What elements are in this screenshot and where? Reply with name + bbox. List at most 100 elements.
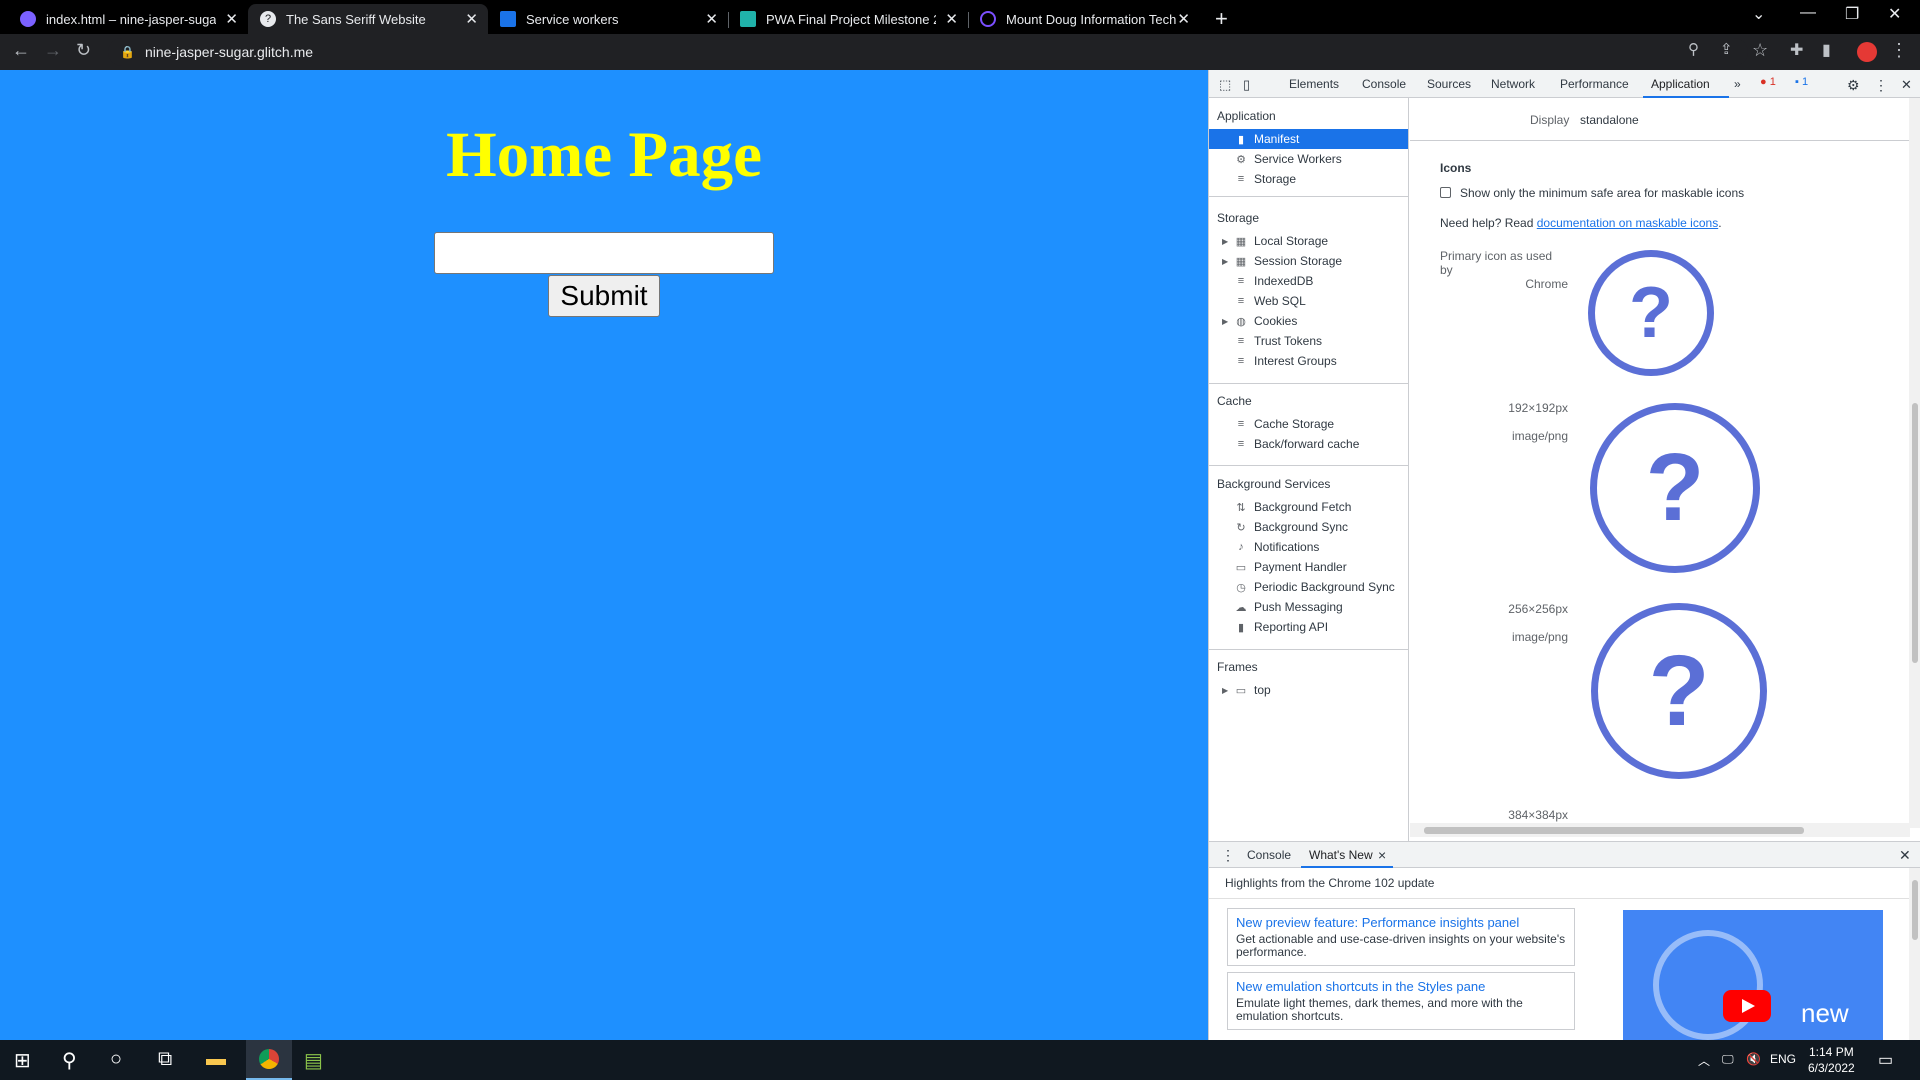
sidebar-item-reporting-api[interactable]: ▮ Reporting API xyxy=(1209,617,1408,637)
chrome-taskbar-button[interactable] xyxy=(246,1040,292,1080)
tab-elements[interactable]: Elements xyxy=(1289,77,1339,91)
tab-index-html[interactable]: index.html – nine-jasper-sugar ✕ xyxy=(8,4,248,34)
whats-new-video-thumbnail[interactable]: new xyxy=(1623,910,1883,1041)
share-icon[interactable]: ⇪ xyxy=(1720,40,1733,58)
sidebar-item-service-workers[interactable]: ⚙ Service Workers xyxy=(1209,149,1408,169)
profile-avatar[interactable] xyxy=(1857,42,1877,62)
tray-chevron-icon[interactable]: ︿ xyxy=(1698,1052,1710,1069)
sidebar-item-web-sql[interactable]: ≡ Web SQL xyxy=(1209,291,1408,311)
horizontal-scrollbar[interactable] xyxy=(1410,823,1910,837)
sidebar-item-push-messaging[interactable]: ☁ Push Messaging xyxy=(1209,597,1408,617)
submit-button[interactable]: Submit xyxy=(548,275,660,317)
search-icon[interactable]: ⚲ xyxy=(62,1048,77,1073)
sidebar-item-cache-storage[interactable]: ≡ Cache Storage xyxy=(1209,414,1408,434)
zoom-icon[interactable]: ⚲ xyxy=(1688,40,1699,58)
close-tab-icon[interactable]: ✕ xyxy=(465,10,478,28)
vertical-scrollbar[interactable] xyxy=(1909,98,1920,828)
sidebar-item-manifest[interactable]: ▮ Manifest xyxy=(1209,129,1408,149)
close-tab-icon[interactable]: ✕ xyxy=(225,10,238,28)
sidebar-item-interest-groups[interactable]: ≡ Interest Groups xyxy=(1209,351,1408,371)
close-whats-new-icon[interactable]: × xyxy=(1378,847,1386,863)
sidebar-item-trust-tokens[interactable]: ≡ Trust Tokens xyxy=(1209,331,1408,351)
sidebar-item-bfcache[interactable]: ≡ Back/forward cache xyxy=(1209,434,1408,454)
sidebar-item-storage[interactable]: ≡ Storage xyxy=(1209,169,1408,189)
action-center-icon[interactable]: ▭ xyxy=(1878,1050,1893,1070)
expand-arrow-icon[interactable]: ▶ xyxy=(1222,237,1228,246)
tab-sans-seriff[interactable]: ? The Sans Seriff Website ✕ xyxy=(248,4,488,34)
sidebar-item-indexeddb[interactable]: ≡ IndexedDB xyxy=(1209,271,1408,291)
scroll-thumb[interactable] xyxy=(1912,403,1918,663)
tab-service-workers[interactable]: Service workers ✕ xyxy=(488,4,728,34)
close-devtools-icon[interactable]: ✕ xyxy=(1901,77,1912,93)
drawer-menu-icon[interactable]: ⋮ xyxy=(1221,847,1235,864)
cortana-icon[interactable]: ○ xyxy=(110,1048,122,1071)
sidebar-item-payment-handler[interactable]: ▭ Payment Handler xyxy=(1209,557,1408,577)
notepad-icon[interactable]: ▤ xyxy=(304,1048,323,1073)
close-window-icon[interactable]: ✕ xyxy=(1888,4,1901,24)
expand-arrow-icon[interactable]: ▶ xyxy=(1222,257,1228,266)
sidebar-item-session-storage[interactable]: ▶ ▦ Session Storage xyxy=(1209,251,1408,271)
tab-search-icon[interactable]: ⌄ xyxy=(1752,4,1765,24)
sidebar-label: Periodic Background Sync xyxy=(1254,580,1395,594)
drawer-tab-console[interactable]: Console xyxy=(1247,848,1291,862)
extensions-icon[interactable]: ✚ xyxy=(1790,40,1803,60)
restore-icon[interactable]: ❐ xyxy=(1845,4,1859,24)
clock[interactable]: 1:14 PM 6/3/2022 xyxy=(1808,1044,1855,1076)
file-explorer-icon[interactable]: ▬ xyxy=(206,1048,226,1071)
card-title[interactable]: New preview feature: Performance insight… xyxy=(1236,915,1566,930)
message-badge[interactable]: ▪ 1 xyxy=(1792,76,1811,88)
sidebar-item-background-fetch[interactable]: ⇅ Background Fetch xyxy=(1209,497,1408,517)
tab-sources[interactable]: Sources xyxy=(1427,77,1471,91)
sidebar-item-notifications[interactable]: ♪ Notifications xyxy=(1209,537,1408,557)
close-tab-icon[interactable]: ✕ xyxy=(1177,10,1190,28)
expand-arrow-icon[interactable]: ▶ xyxy=(1222,317,1228,326)
menu-kebab-icon[interactable]: ⋮ xyxy=(1890,40,1908,61)
tab-console[interactable]: Console xyxy=(1362,77,1406,91)
address-bar[interactable]: 🔒 nine-jasper-sugar.glitch.me xyxy=(108,38,1748,66)
scroll-thumb[interactable] xyxy=(1424,827,1804,834)
sidebar-label: Payment Handler xyxy=(1254,560,1347,574)
reload-icon[interactable]: ↻ xyxy=(76,40,91,61)
inspect-element-icon[interactable]: ⬚ xyxy=(1219,77,1231,93)
tab-network[interactable]: Network xyxy=(1491,77,1535,91)
task-view-icon[interactable]: ⧉ xyxy=(158,1048,172,1071)
volume-muted-icon[interactable]: 🔇 xyxy=(1746,1052,1761,1066)
youtube-play-icon[interactable] xyxy=(1723,990,1771,1022)
tab-performance[interactable]: Performance xyxy=(1560,77,1629,91)
sidebar-item-periodic-bg-sync[interactable]: ◷ Periodic Background Sync xyxy=(1209,577,1408,597)
close-tab-icon[interactable]: ✕ xyxy=(945,10,958,28)
back-icon[interactable]: ← xyxy=(12,40,30,61)
forward-icon[interactable]: → xyxy=(44,40,62,61)
sidebar-item-frame-top[interactable]: ▶ ▭ top xyxy=(1209,680,1408,700)
device-toolbar-icon[interactable]: ▯ xyxy=(1243,77,1250,93)
sidebar-item-background-sync[interactable]: ↻ Background Sync xyxy=(1209,517,1408,537)
network-icon[interactable]: 🖵 xyxy=(1722,1052,1734,1067)
card-title[interactable]: New emulation shortcuts in the Styles pa… xyxy=(1236,979,1566,994)
maskable-checkbox[interactable] xyxy=(1440,187,1451,198)
sidebar-item-cookies[interactable]: ▶ ◍ Cookies xyxy=(1209,311,1408,331)
new-tab-icon[interactable]: + xyxy=(1215,6,1228,32)
scroll-thumb[interactable] xyxy=(1912,880,1918,940)
side-panel-icon[interactable]: ▮ xyxy=(1822,40,1831,60)
more-tabs-icon[interactable]: » xyxy=(1734,77,1741,91)
whats-new-card[interactable]: New emulation shortcuts in the Styles pa… xyxy=(1227,972,1575,1030)
bookmark-star-icon[interactable]: ☆ xyxy=(1752,40,1768,61)
drawer-scrollbar[interactable] xyxy=(1909,868,1920,1041)
windows-start-icon[interactable]: ⊞ xyxy=(14,1048,31,1073)
maskable-docs-link[interactable]: documentation on maskable icons xyxy=(1537,216,1718,230)
expand-arrow-icon[interactable]: ▶ xyxy=(1222,686,1228,695)
drawer-tab-whats-new[interactable]: What's New xyxy=(1309,848,1373,862)
sidebar-item-local-storage[interactable]: ▶ ▦ Local Storage xyxy=(1209,231,1408,251)
whats-new-card[interactable]: New preview feature: Performance insight… xyxy=(1227,908,1575,966)
tab-pwa-final[interactable]: PWA Final Project Milestone 2 ✕ xyxy=(728,4,968,34)
tab-mount-doug[interactable]: Mount Doug Information Techno ✕ xyxy=(968,4,1200,34)
error-badge[interactable]: ● 1 xyxy=(1757,76,1779,88)
settings-gear-icon[interactable]: ⚙ xyxy=(1847,77,1860,94)
devtools-menu-icon[interactable]: ⋮ xyxy=(1874,77,1888,94)
minimize-icon[interactable]: — xyxy=(1800,4,1816,22)
close-drawer-icon[interactable]: ✕ xyxy=(1899,847,1911,864)
close-tab-icon[interactable]: ✕ xyxy=(705,10,718,28)
text-input[interactable] xyxy=(434,232,774,274)
language-indicator[interactable]: ENG xyxy=(1770,1052,1796,1066)
tab-application[interactable]: Application xyxy=(1651,77,1710,91)
